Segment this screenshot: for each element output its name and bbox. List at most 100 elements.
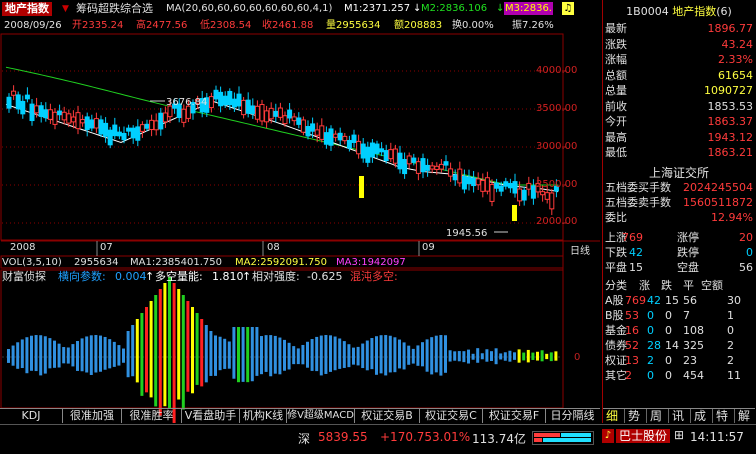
osc-bar-down xyxy=(269,357,273,377)
osc-bar-up xyxy=(416,345,420,357)
tab-jgkx[interactable]: 机构K线 xyxy=(240,409,287,423)
candle-body xyxy=(365,146,371,163)
candle-body xyxy=(287,109,293,119)
candle-body xyxy=(530,185,536,199)
osc-bar-down xyxy=(260,357,263,375)
osc-bar-down xyxy=(66,357,70,364)
osc-bar-up xyxy=(269,335,273,357)
quote-row-label: 最新 xyxy=(605,22,627,35)
candle-body xyxy=(323,132,329,145)
tab-rfgx[interactable]: 日分隔线 xyxy=(546,409,599,423)
category-cell: 其它 xyxy=(605,369,627,382)
quote-row: 最高 1943.12 xyxy=(603,131,755,144)
side-tab-news[interactable]: 讯 xyxy=(668,409,687,423)
osc-bar-up xyxy=(76,340,79,357)
osc-bar-up xyxy=(53,340,56,357)
candle-body xyxy=(149,119,155,131)
osc-bar-down xyxy=(103,357,107,370)
candle-body xyxy=(158,112,164,130)
xd-label: 相对强度: xyxy=(252,270,300,283)
alarm-icon[interactable]: ♪ xyxy=(602,429,614,443)
osc-bar-up xyxy=(122,348,125,357)
breadth-value-a: 42 xyxy=(629,246,643,259)
osc-bar-down xyxy=(126,357,130,378)
side-tab-detail[interactable]: 细 xyxy=(603,409,621,423)
price-tick: 3000.00 xyxy=(536,141,578,152)
side-tab-week[interactable]: 周 xyxy=(646,409,665,423)
osc-bar-down xyxy=(416,357,420,366)
osc-bar-down xyxy=(430,357,434,375)
osc-bar-down xyxy=(338,357,342,369)
candle-body-highlight xyxy=(512,205,517,221)
osc-bar-down xyxy=(324,357,328,374)
osc-bar-up xyxy=(140,313,144,357)
category-cell: 0 xyxy=(647,324,654,337)
quote-row-label: 今开 xyxy=(605,115,627,128)
osc-bar-down xyxy=(99,357,102,372)
vol-ma3: MA3:1942097 xyxy=(336,257,406,268)
candle-body xyxy=(24,94,30,100)
osc-bar-down xyxy=(554,357,558,361)
quote-row-value: 2.33% xyxy=(718,53,753,66)
side-tab-trend[interactable]: 势 xyxy=(624,409,643,423)
osc-bar-up xyxy=(430,337,434,357)
quote-row: 总量 1090727 xyxy=(603,85,755,97)
side-tab-volume[interactable]: 成 xyxy=(690,409,709,423)
candle-body xyxy=(241,99,247,116)
breadth-value-b: 20 xyxy=(739,231,753,244)
osc-bar-down xyxy=(384,357,388,376)
tab-hzjq[interactable]: 很准加强 xyxy=(63,409,122,423)
quote-row-label: 总量 xyxy=(605,84,627,97)
osc-bar-down xyxy=(513,357,516,360)
osc-bar-down xyxy=(490,357,493,362)
tab-qzjyb[interactable]: 权证交易B xyxy=(355,409,420,423)
category-cell: 7 xyxy=(683,309,690,322)
indicator-name-label[interactable]: 财富侦探 xyxy=(2,270,46,284)
breadth-label-b: 空盘 xyxy=(677,261,699,274)
osc-bar-up xyxy=(301,344,305,357)
candle-body xyxy=(411,157,417,163)
osc-bar-down xyxy=(393,357,397,373)
osc-bar-down xyxy=(108,357,112,369)
tab-vkp[interactable]: V看盘助手 xyxy=(182,409,240,423)
candle-body xyxy=(112,124,118,137)
candle-body xyxy=(231,98,237,108)
quote-row-label: 涨幅 xyxy=(605,53,627,66)
osc-bar-up xyxy=(508,350,512,357)
candle-body xyxy=(484,177,490,192)
quote-suffix: (6) xyxy=(716,5,732,18)
side-tab-special[interactable]: 特 xyxy=(712,409,731,423)
tab-macd[interactable]: 修V超级MACD xyxy=(287,409,355,423)
category-cell: 基金 xyxy=(605,324,627,337)
candle-body xyxy=(420,158,426,173)
osc-bar-down xyxy=(149,357,153,398)
candle-body xyxy=(43,109,49,119)
candle-body xyxy=(80,119,86,124)
side-tab-explain[interactable]: 解 xyxy=(734,409,753,423)
candle-body xyxy=(107,129,113,146)
tab-qzjyf[interactable]: 权证交易F xyxy=(483,409,546,423)
candle-body xyxy=(70,116,76,123)
osc-bar-up xyxy=(126,331,130,357)
candle-body xyxy=(93,118,99,129)
osc-bar-up xyxy=(375,336,378,357)
osc-bar-up xyxy=(181,295,185,357)
candle-body xyxy=(443,161,449,166)
osc-bar-down xyxy=(16,357,20,369)
status-stock-name[interactable]: 巴士股份 xyxy=(616,429,671,443)
osc-bar-down xyxy=(536,357,539,361)
status-index-value: 5839.55 xyxy=(318,430,368,444)
tab-hzsl[interactable]: 很准胜率 xyxy=(122,409,182,423)
daily-period-label[interactable]: 日线 xyxy=(570,242,590,257)
osc-bar-up xyxy=(296,348,300,357)
candle-body xyxy=(512,181,518,194)
breadth-row: 上涨 769 涨停 20 xyxy=(603,232,755,244)
arrow-up-icon: ↑ xyxy=(242,270,252,283)
tab-kdj[interactable]: KDJ xyxy=(0,409,63,423)
osc-bar-down xyxy=(370,357,374,370)
kline-chart[interactable] xyxy=(0,0,600,453)
osc-bar-up xyxy=(89,335,93,357)
tab-qzjyc[interactable]: 权证交易C xyxy=(420,409,483,423)
candle-body xyxy=(425,164,431,171)
status-index-name[interactable]: 深 xyxy=(298,430,310,447)
